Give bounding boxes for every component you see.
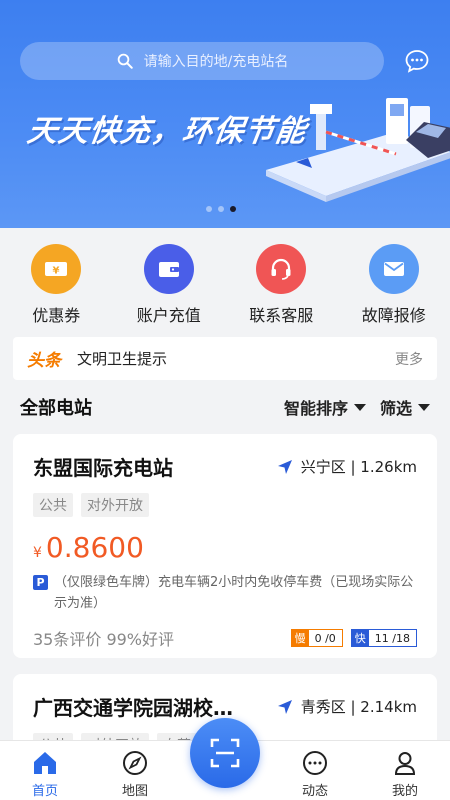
coupon-icon: ¥ [31, 244, 82, 294]
quick-item-repair[interactable]: 故障报修 [338, 228, 450, 336]
tab-home[interactable]: 首页 [0, 741, 90, 800]
sort-dropdown[interactable]: 智能排序 [284, 395, 366, 419]
station-tags: 公共 对外开放 [33, 493, 417, 517]
fast-value: 11 /18 [374, 631, 410, 645]
quick-item-recharge[interactable]: 账户充值 [113, 228, 226, 336]
location-divider: | [345, 697, 361, 716]
tab-label: 我的 [391, 784, 418, 799]
slow-charger-badge: 慢 0 /0 [290, 629, 343, 647]
carousel-dot [206, 206, 212, 212]
station-tag: 公共 [33, 493, 73, 517]
price-value: 0.8600 [45, 531, 144, 564]
tab-label: 首页 [31, 784, 58, 799]
carousel-indicator [206, 206, 236, 212]
parking-note: （仅限绿色车牌）充电车辆2小时内免收停车费（已现场实际公示为准） [54, 575, 414, 611]
filter-dropdown[interactable]: 筛选 [380, 395, 430, 419]
search-icon [117, 53, 133, 69]
quick-item-support[interactable]: 联系客服 [225, 228, 338, 336]
sort-label: 智能排序 [283, 399, 348, 418]
quick-item-label: 优惠券 [32, 306, 81, 325]
quick-menu: ¥ 优惠券 账户充值 联系客服 故障报修 [0, 228, 450, 336]
tab-label: 动态 [301, 784, 328, 799]
station-distance: 2.14km [360, 697, 417, 716]
scan-button[interactable] [190, 718, 260, 788]
station-list-header: 全部电站 智能排序 筛选 [20, 394, 430, 420]
parking-icon: P [33, 575, 48, 590]
station-tag: 对外开放 [81, 493, 149, 517]
slow-value: 0 /0 [314, 631, 336, 645]
location-divider: | [345, 457, 361, 476]
search-bar[interactable]: 请输入目的地/充电站名 [20, 42, 384, 80]
tab-label: 地图 [121, 784, 148, 799]
headline-more-link[interactable]: 更多 [395, 349, 423, 369]
station-location[interactable]: 兴宁区 | 1.26km [277, 456, 417, 477]
headset-icon [256, 244, 307, 294]
quick-item-label: 故障报修 [361, 306, 426, 325]
caret-down-icon [418, 403, 430, 411]
slow-label: 慢 [291, 630, 309, 646]
compass-icon [123, 751, 147, 775]
scan-icon [210, 738, 240, 768]
price-currency: ¥ [33, 545, 42, 561]
carousel-dot [218, 206, 224, 212]
fast-charger-badge: 快 11 /18 [350, 629, 417, 647]
headline-tag: 头条 [27, 351, 61, 371]
filter-label: 筛选 [379, 399, 412, 418]
navigation-arrow-icon [277, 699, 292, 714]
tab-map[interactable]: 地图 [90, 741, 180, 800]
home-icon [34, 752, 56, 774]
user-icon [394, 752, 416, 775]
wallet-icon [143, 244, 194, 294]
station-district: 兴宁区 [300, 458, 346, 476]
headline-bar[interactable]: 头条 文明卫生提示 更多 [13, 337, 437, 380]
mail-icon [368, 244, 419, 294]
caret-down-icon [353, 403, 366, 411]
quick-item-coupon[interactable]: ¥ 优惠券 [0, 228, 113, 336]
chat-bubble-icon [303, 751, 327, 775]
message-icon[interactable] [404, 48, 430, 74]
station-district: 青秀区 [300, 698, 346, 716]
search-placeholder: 请输入目的地/充电站名 [143, 54, 289, 70]
headline-text[interactable]: 文明卫生提示 [77, 348, 395, 369]
carousel-dot-active [230, 206, 236, 212]
fast-label: 快 [351, 630, 369, 646]
station-price: ¥ 0.8600 [33, 531, 417, 564]
section-title: 全部电站 [20, 398, 92, 419]
station-distance: 1.26km [360, 457, 417, 476]
hero-banner[interactable]: 请输入目的地/充电站名 天天快充，环保节能 [0, 0, 450, 228]
charging-station-illustration [266, 98, 450, 202]
quick-item-label: 联系客服 [249, 306, 314, 325]
quick-item-label: 账户充值 [136, 306, 201, 325]
navigation-arrow-icon [277, 459, 292, 474]
tab-news[interactable]: 动态 [270, 741, 360, 800]
parking-info: P （仅限绿色车牌）充电车辆2小时内免收停车费（已现场实际公示为准） [33, 572, 417, 614]
station-reviews: 35条评价 99%好评 [33, 630, 175, 649]
station-card[interactable]: 东盟国际充电站 兴宁区 | 1.26km 公共 对外开放 ¥ 0.8600 P … [13, 434, 437, 658]
station-name: 东盟国际充电站 [33, 456, 173, 480]
svg-text:¥: ¥ [53, 266, 60, 277]
tab-profile[interactable]: 我的 [360, 741, 450, 800]
station-name: 广西交通学院园湖校… [33, 696, 233, 720]
station-location[interactable]: 青秀区 | 2.14km [277, 696, 417, 717]
